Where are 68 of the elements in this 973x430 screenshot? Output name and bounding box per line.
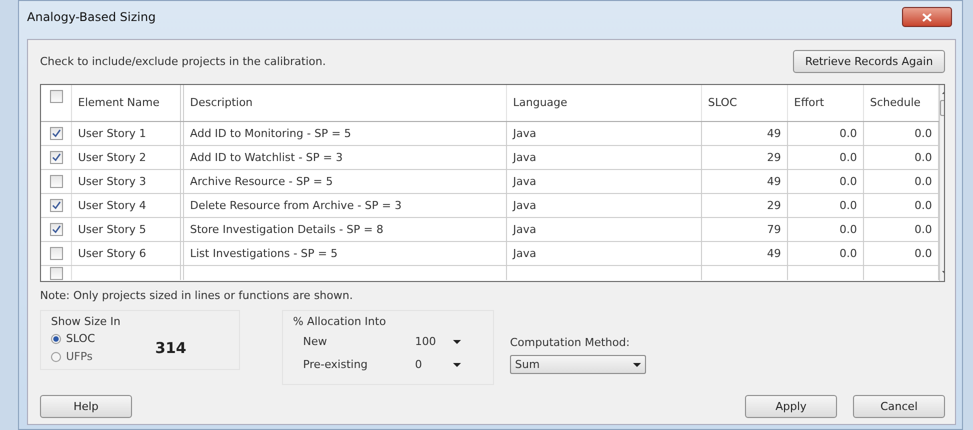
percentage-dropdown[interactable]: 0 bbox=[411, 355, 465, 374]
table-cell: Store Investigation Details - SP = 8 bbox=[184, 218, 507, 241]
table-cell: 49 bbox=[702, 170, 788, 193]
dropdown-arrow-icon bbox=[633, 362, 641, 366]
table-cell: User Story 4 bbox=[72, 194, 184, 217]
row-checkbox[interactable] bbox=[50, 266, 62, 280]
table-cell: Java bbox=[507, 242, 702, 265]
table-cell: List Investigations - SP = 5 bbox=[184, 242, 507, 265]
column-header[interactable]: Element Name bbox=[72, 85, 184, 121]
size-total: 314 bbox=[155, 338, 186, 356]
column-header[interactable]: Effort bbox=[788, 85, 864, 121]
cancel-button[interactable]: Cancel bbox=[853, 395, 945, 418]
group-label: Show Size In bbox=[51, 315, 122, 328]
radio-button[interactable] bbox=[51, 334, 61, 344]
column-header[interactable]: Language bbox=[507, 85, 702, 121]
apply-button[interactable]: Apply bbox=[745, 395, 837, 418]
row-checkbox[interactable] bbox=[50, 199, 62, 212]
table-cell: Archive Resource - SP = 5 bbox=[184, 170, 507, 193]
dropdown-arrow-icon bbox=[453, 362, 461, 366]
field-label: Pre-existing bbox=[303, 358, 369, 371]
table-cell: 0.0 bbox=[788, 170, 864, 193]
table-cell: Java bbox=[507, 218, 702, 241]
table-cell: 29 bbox=[702, 146, 788, 169]
table-cell: 0.0 bbox=[788, 218, 864, 241]
row-checkbox[interactable] bbox=[50, 127, 62, 140]
table-cell: User Story 5 bbox=[72, 218, 184, 241]
table-cell: Add ID to Watchlist - SP = 3 bbox=[184, 146, 507, 169]
table-cell: Add ID to Monitoring - SP = 5 bbox=[184, 122, 507, 145]
table-cell: Java bbox=[507, 194, 702, 217]
close-icon bbox=[922, 12, 932, 22]
radio-button[interactable] bbox=[51, 352, 61, 362]
table-cell: Java bbox=[507, 170, 702, 193]
retrieve-records-button[interactable]: Retrieve Records Again bbox=[793, 50, 945, 72]
select-all-checkbox[interactable] bbox=[50, 90, 62, 103]
group-label: % Allocation Into bbox=[293, 315, 387, 328]
row-checkbox[interactable] bbox=[50, 151, 62, 164]
table-cell: Delete Resource from Archive - SP = 3 bbox=[184, 194, 507, 217]
instruction-text: Check to include/exclude projects in the calibration. bbox=[40, 54, 326, 68]
table-cell: User Story 2 bbox=[72, 146, 184, 169]
row-checkbox[interactable] bbox=[50, 175, 62, 188]
close-button[interactable] bbox=[902, 7, 952, 27]
table-cell: 79 bbox=[702, 218, 788, 241]
table-cell: 49 bbox=[702, 242, 788, 265]
row-checkbox[interactable] bbox=[50, 223, 62, 236]
radio-option[interactable]: SLOC bbox=[51, 332, 96, 345]
computation-method-dropdown[interactable]: Sum bbox=[510, 355, 646, 374]
table-cell: 0.0 bbox=[788, 122, 864, 145]
table-cell: 0.0 bbox=[788, 194, 864, 217]
table-cell: 0.0 bbox=[788, 242, 864, 265]
table-cell: 49 bbox=[702, 122, 788, 145]
radio-option[interactable]: UFPs bbox=[51, 350, 96, 363]
table-cell: 29 bbox=[702, 194, 788, 217]
table-cell: User Story 6 bbox=[72, 242, 184, 265]
column-header[interactable]: Description bbox=[184, 85, 507, 121]
table-cell: 0.0 bbox=[788, 146, 864, 169]
table-cell: Java bbox=[507, 122, 702, 145]
note-text: Note: Only projects sized in lines or functions are shown. bbox=[40, 289, 354, 302]
help-button[interactable]: Help bbox=[40, 395, 132, 418]
table-cell: Java bbox=[507, 146, 702, 169]
table-cell: User Story 3 bbox=[72, 170, 184, 193]
row-checkbox[interactable] bbox=[50, 247, 62, 260]
field-label: New bbox=[303, 335, 328, 348]
computation-method-label: Computation Method: bbox=[510, 336, 630, 349]
table-cell: User Story 1 bbox=[72, 122, 184, 145]
percentage-dropdown[interactable]: 100 bbox=[411, 332, 465, 351]
window-title: Analogy-Based Sizing bbox=[27, 10, 156, 24]
column-header[interactable]: SLOC bbox=[702, 85, 788, 121]
dropdown-arrow-icon bbox=[453, 340, 461, 344]
